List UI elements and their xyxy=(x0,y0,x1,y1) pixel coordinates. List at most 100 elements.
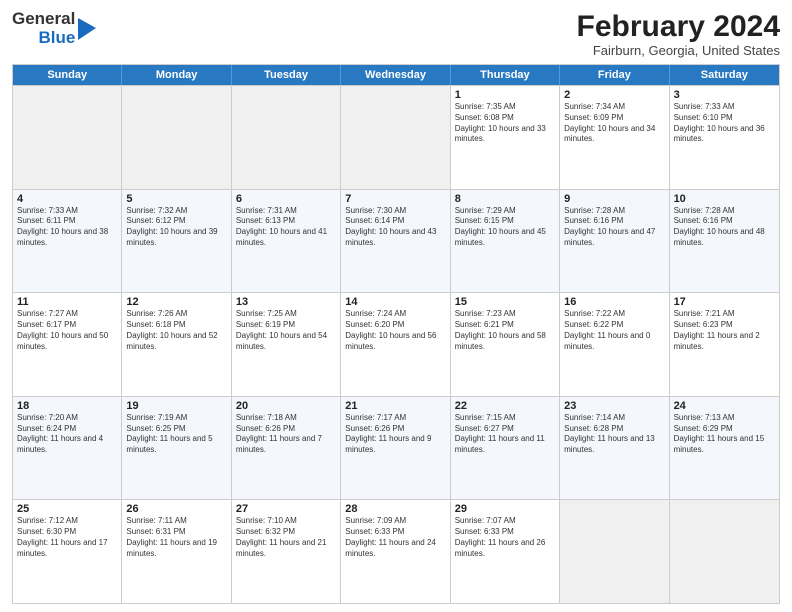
calendar-cell: 10Sunrise: 7:28 AMSunset: 6:16 PMDayligh… xyxy=(670,190,779,293)
day-number: 5 xyxy=(126,193,226,205)
cell-info: Sunrise: 7:33 AMSunset: 6:10 PMDaylight:… xyxy=(674,102,775,145)
calendar-cell: 20Sunrise: 7:18 AMSunset: 6:26 PMDayligh… xyxy=(232,397,341,500)
calendar-cell xyxy=(232,86,341,189)
calendar-cell: 16Sunrise: 7:22 AMSunset: 6:22 PMDayligh… xyxy=(560,293,669,396)
cell-info: Sunrise: 7:35 AMSunset: 6:08 PMDaylight:… xyxy=(455,102,555,145)
calendar-cell: 24Sunrise: 7:13 AMSunset: 6:29 PMDayligh… xyxy=(670,397,779,500)
cell-info: Sunrise: 7:27 AMSunset: 6:17 PMDaylight:… xyxy=(17,309,117,352)
calendar-cell: 21Sunrise: 7:17 AMSunset: 6:26 PMDayligh… xyxy=(341,397,450,500)
day-number: 9 xyxy=(564,193,664,205)
calendar-cell: 14Sunrise: 7:24 AMSunset: 6:20 PMDayligh… xyxy=(341,293,450,396)
calendar-cell xyxy=(670,500,779,603)
cell-info: Sunrise: 7:34 AMSunset: 6:09 PMDaylight:… xyxy=(564,102,664,145)
calendar-cell: 9Sunrise: 7:28 AMSunset: 6:16 PMDaylight… xyxy=(560,190,669,293)
calendar-cell: 3Sunrise: 7:33 AMSunset: 6:10 PMDaylight… xyxy=(670,86,779,189)
day-number: 15 xyxy=(455,296,555,308)
calendar-cell: 5Sunrise: 7:32 AMSunset: 6:12 PMDaylight… xyxy=(122,190,231,293)
calendar-cell: 19Sunrise: 7:19 AMSunset: 6:25 PMDayligh… xyxy=(122,397,231,500)
calendar-cell: 1Sunrise: 7:35 AMSunset: 6:08 PMDaylight… xyxy=(451,86,560,189)
month-title: February 2024 xyxy=(577,10,780,43)
logo-triangle-icon xyxy=(78,18,96,40)
cell-info: Sunrise: 7:33 AMSunset: 6:11 PMDaylight:… xyxy=(17,206,117,249)
cell-info: Sunrise: 7:30 AMSunset: 6:14 PMDaylight:… xyxy=(345,206,445,249)
cell-info: Sunrise: 7:10 AMSunset: 6:32 PMDaylight:… xyxy=(236,516,336,559)
calendar-cell: 15Sunrise: 7:23 AMSunset: 6:21 PMDayligh… xyxy=(451,293,560,396)
calendar-cell: 4Sunrise: 7:33 AMSunset: 6:11 PMDaylight… xyxy=(13,190,122,293)
day-number: 23 xyxy=(564,400,664,412)
cell-info: Sunrise: 7:25 AMSunset: 6:19 PMDaylight:… xyxy=(236,309,336,352)
cell-info: Sunrise: 7:07 AMSunset: 6:33 PMDaylight:… xyxy=(455,516,555,559)
cell-info: Sunrise: 7:15 AMSunset: 6:27 PMDaylight:… xyxy=(455,413,555,456)
day-number: 26 xyxy=(126,503,226,515)
cell-info: Sunrise: 7:26 AMSunset: 6:18 PMDaylight:… xyxy=(126,309,226,352)
cell-info: Sunrise: 7:21 AMSunset: 6:23 PMDaylight:… xyxy=(674,309,775,352)
day-number: 17 xyxy=(674,296,775,308)
calendar: SundayMondayTuesdayWednesdayThursdayFrid… xyxy=(12,64,780,604)
header-day-tuesday: Tuesday xyxy=(232,65,341,85)
day-number: 10 xyxy=(674,193,775,205)
calendar-cell: 2Sunrise: 7:34 AMSunset: 6:09 PMDaylight… xyxy=(560,86,669,189)
cell-info: Sunrise: 7:28 AMSunset: 6:16 PMDaylight:… xyxy=(564,206,664,249)
title-block: February 2024 Fairburn, Georgia, United … xyxy=(577,10,780,58)
day-number: 3 xyxy=(674,89,775,101)
calendar-cell xyxy=(13,86,122,189)
calendar-cell: 8Sunrise: 7:29 AMSunset: 6:15 PMDaylight… xyxy=(451,190,560,293)
cell-info: Sunrise: 7:29 AMSunset: 6:15 PMDaylight:… xyxy=(455,206,555,249)
day-number: 14 xyxy=(345,296,445,308)
calendar-cell: 27Sunrise: 7:10 AMSunset: 6:32 PMDayligh… xyxy=(232,500,341,603)
calendar-cell: 28Sunrise: 7:09 AMSunset: 6:33 PMDayligh… xyxy=(341,500,450,603)
calendar-cell: 7Sunrise: 7:30 AMSunset: 6:14 PMDaylight… xyxy=(341,190,450,293)
day-number: 1 xyxy=(455,89,555,101)
logo-general: General xyxy=(12,10,75,29)
calendar-cell: 18Sunrise: 7:20 AMSunset: 6:24 PMDayligh… xyxy=(13,397,122,500)
cell-info: Sunrise: 7:19 AMSunset: 6:25 PMDaylight:… xyxy=(126,413,226,456)
cell-info: Sunrise: 7:13 AMSunset: 6:29 PMDaylight:… xyxy=(674,413,775,456)
day-number: 11 xyxy=(17,296,117,308)
cell-info: Sunrise: 7:09 AMSunset: 6:33 PMDaylight:… xyxy=(345,516,445,559)
header-day-wednesday: Wednesday xyxy=(341,65,450,85)
calendar-cell: 26Sunrise: 7:11 AMSunset: 6:31 PMDayligh… xyxy=(122,500,231,603)
calendar-cell xyxy=(560,500,669,603)
day-number: 13 xyxy=(236,296,336,308)
cell-info: Sunrise: 7:24 AMSunset: 6:20 PMDaylight:… xyxy=(345,309,445,352)
day-number: 20 xyxy=(236,400,336,412)
cell-info: Sunrise: 7:28 AMSunset: 6:16 PMDaylight:… xyxy=(674,206,775,249)
header-day-thursday: Thursday xyxy=(451,65,560,85)
header-day-saturday: Saturday xyxy=(670,65,779,85)
calendar-row-0: 1Sunrise: 7:35 AMSunset: 6:08 PMDaylight… xyxy=(13,85,779,189)
day-number: 16 xyxy=(564,296,664,308)
cell-info: Sunrise: 7:32 AMSunset: 6:12 PMDaylight:… xyxy=(126,206,226,249)
logo-blue: Blue xyxy=(38,29,75,48)
calendar-cell: 6Sunrise: 7:31 AMSunset: 6:13 PMDaylight… xyxy=(232,190,341,293)
calendar-cell: 13Sunrise: 7:25 AMSunset: 6:19 PMDayligh… xyxy=(232,293,341,396)
cell-info: Sunrise: 7:20 AMSunset: 6:24 PMDaylight:… xyxy=(17,413,117,456)
cell-info: Sunrise: 7:22 AMSunset: 6:22 PMDaylight:… xyxy=(564,309,664,352)
location: Fairburn, Georgia, United States xyxy=(577,43,780,58)
calendar-cell: 17Sunrise: 7:21 AMSunset: 6:23 PMDayligh… xyxy=(670,293,779,396)
day-number: 24 xyxy=(674,400,775,412)
calendar-row-3: 18Sunrise: 7:20 AMSunset: 6:24 PMDayligh… xyxy=(13,396,779,500)
calendar-cell: 29Sunrise: 7:07 AMSunset: 6:33 PMDayligh… xyxy=(451,500,560,603)
day-number: 8 xyxy=(455,193,555,205)
calendar-row-2: 11Sunrise: 7:27 AMSunset: 6:17 PMDayligh… xyxy=(13,292,779,396)
calendar-row-1: 4Sunrise: 7:33 AMSunset: 6:11 PMDaylight… xyxy=(13,189,779,293)
header-day-friday: Friday xyxy=(560,65,669,85)
day-number: 6 xyxy=(236,193,336,205)
calendar-row-4: 25Sunrise: 7:12 AMSunset: 6:30 PMDayligh… xyxy=(13,499,779,603)
header-day-monday: Monday xyxy=(122,65,231,85)
day-number: 21 xyxy=(345,400,445,412)
calendar-cell: 25Sunrise: 7:12 AMSunset: 6:30 PMDayligh… xyxy=(13,500,122,603)
calendar-cell: 23Sunrise: 7:14 AMSunset: 6:28 PMDayligh… xyxy=(560,397,669,500)
day-number: 19 xyxy=(126,400,226,412)
cell-info: Sunrise: 7:31 AMSunset: 6:13 PMDaylight:… xyxy=(236,206,336,249)
calendar-header-row: SundayMondayTuesdayWednesdayThursdayFrid… xyxy=(13,65,779,85)
calendar-body: 1Sunrise: 7:35 AMSunset: 6:08 PMDaylight… xyxy=(13,85,779,603)
calendar-cell xyxy=(122,86,231,189)
header-day-sunday: Sunday xyxy=(13,65,122,85)
day-number: 18 xyxy=(17,400,117,412)
calendar-cell: 22Sunrise: 7:15 AMSunset: 6:27 PMDayligh… xyxy=(451,397,560,500)
day-number: 7 xyxy=(345,193,445,205)
calendar-cell: 11Sunrise: 7:27 AMSunset: 6:17 PMDayligh… xyxy=(13,293,122,396)
logo: General Blue xyxy=(12,10,96,47)
day-number: 29 xyxy=(455,503,555,515)
